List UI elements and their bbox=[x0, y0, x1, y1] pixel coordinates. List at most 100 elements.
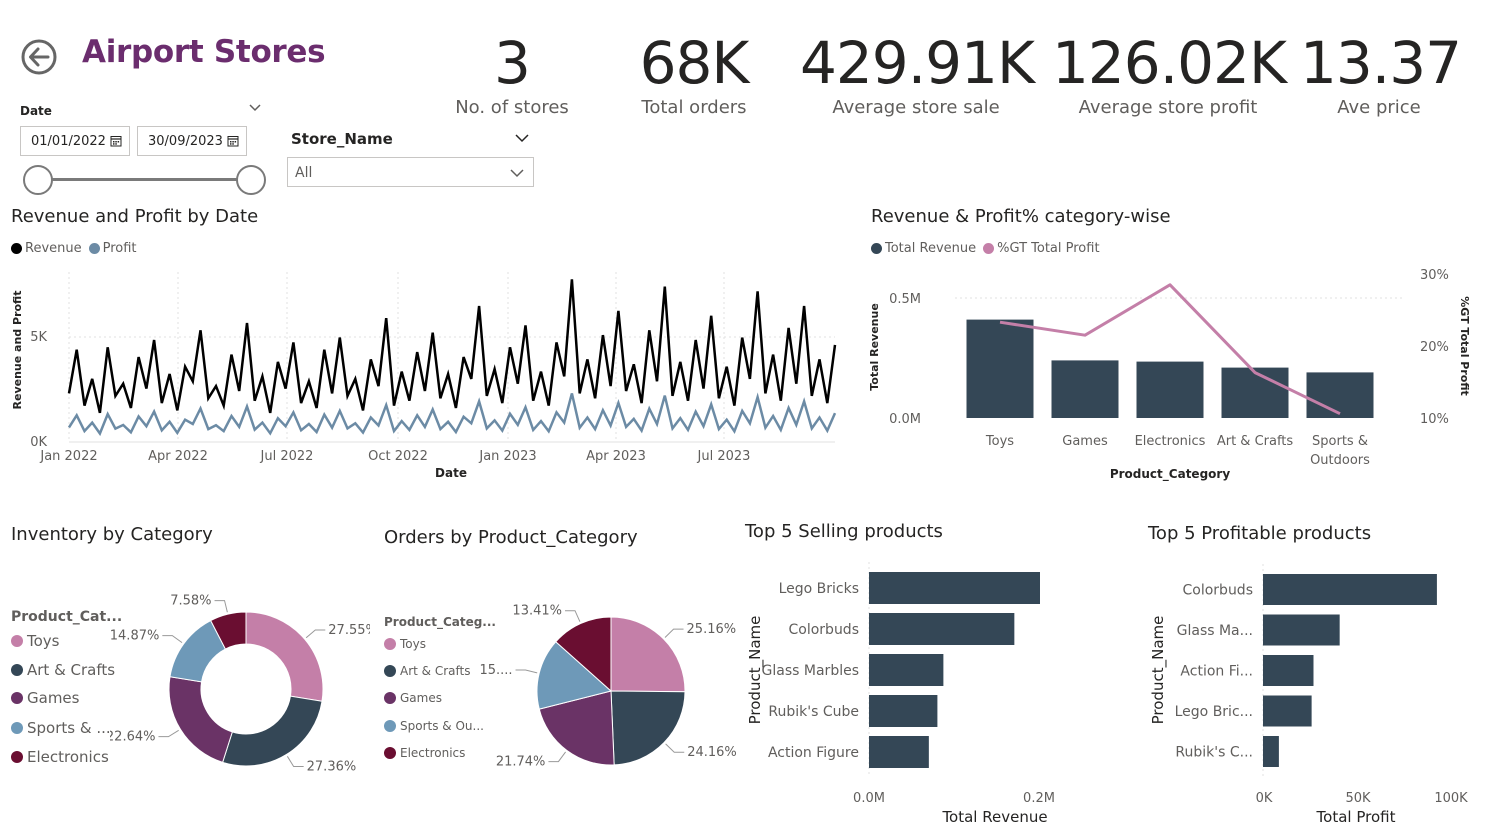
kpi-label: Average store profit bbox=[1078, 97, 1258, 118]
store-select-value: All bbox=[295, 165, 313, 181]
x-axis-label: Date bbox=[435, 466, 467, 480]
date-slicer-menu-button[interactable] bbox=[248, 100, 262, 119]
legend-label: Sports & ... bbox=[27, 719, 111, 737]
legend-marker bbox=[11, 692, 23, 704]
legend-marker bbox=[983, 243, 995, 254]
legend-item-toys[interactable]: Toys bbox=[384, 637, 426, 651]
legend-item-games[interactable]: Games bbox=[384, 691, 442, 705]
slice-games bbox=[168, 676, 233, 763]
legend-item-electronics[interactable]: Electronics bbox=[384, 746, 465, 760]
x-tick-label: Electronics bbox=[1135, 434, 1206, 449]
y-tick-label: 0K bbox=[30, 435, 47, 450]
bar-art-crafts bbox=[1221, 367, 1289, 418]
top-profitable-chart[interactable]: Product_Name Colorbuds Glass Ma... Action … bbox=[1140, 560, 1490, 835]
chevron-down-icon bbox=[510, 169, 524, 178]
end-date-input[interactable]: 30/09/2023 bbox=[137, 126, 247, 156]
top-selling-chart[interactable]: Product_Name Lego BricksColorbudsGlass M… bbox=[740, 560, 1120, 835]
y-tick-label: Glass Ma... bbox=[1177, 623, 1253, 639]
legend-item-profit-pct[interactable]: %GT Total Profit bbox=[983, 241, 1100, 256]
y-tick-label: 0.5M bbox=[889, 292, 921, 307]
category-combo-chart[interactable]: Total Revenue %GT Total Profit 0.5M 0.0M… bbox=[860, 262, 1490, 484]
legend-item-sports-outdoors[interactable]: Sports & ... bbox=[11, 719, 111, 737]
x-tick-label: Jan 2023 bbox=[478, 449, 536, 464]
date-slicer-label: Date bbox=[20, 104, 52, 118]
chevron-down-icon bbox=[249, 104, 261, 112]
legend-item-sports-outdoors[interactable]: Sports & Ou... bbox=[384, 719, 484, 733]
legend-item-art-crafts[interactable]: Art & Crafts bbox=[384, 664, 470, 678]
x-tick-label: Jul 2023 bbox=[697, 449, 751, 464]
inventory-chart-title: Inventory by Category bbox=[11, 524, 213, 545]
data-label: 25.16% bbox=[687, 622, 737, 637]
legend-item-games[interactable]: Games bbox=[11, 689, 79, 707]
bar-action-figure bbox=[869, 736, 929, 768]
category-combo-legend: Total Revenue %GT Total Profit bbox=[871, 241, 1107, 256]
legend-label: Art & Crafts bbox=[27, 661, 116, 679]
date-range-start-handle[interactable] bbox=[23, 165, 53, 195]
chevron-down-icon bbox=[515, 134, 529, 143]
legend-marker bbox=[11, 751, 23, 763]
legend-label: Art & Crafts bbox=[400, 664, 471, 678]
date-range-end-handle[interactable] bbox=[236, 165, 266, 195]
legend-marker bbox=[11, 722, 23, 734]
x-tick-label: Jan 2022 bbox=[39, 449, 97, 464]
y-tick-label: Rubik's C... bbox=[1175, 745, 1253, 761]
bar-rubik-s-cube bbox=[869, 695, 938, 727]
start-date-value: 01/01/2022 bbox=[31, 134, 106, 149]
kpi-total-orders: 68K Total orders bbox=[624, 30, 764, 120]
kpi-value: 429.91K bbox=[800, 29, 1035, 97]
start-date-input[interactable]: 01/01/2022 bbox=[20, 126, 130, 156]
bar-lego-bricks bbox=[869, 572, 1040, 604]
store-slicer-label: Store_Name bbox=[291, 130, 393, 148]
bar-glass-marbles bbox=[1263, 614, 1340, 646]
legend-item-art-crafts[interactable]: Art & Crafts bbox=[11, 661, 115, 679]
leader-line bbox=[214, 600, 228, 613]
date-range-slider-track[interactable] bbox=[38, 178, 251, 181]
legend-label: Revenue bbox=[25, 241, 82, 256]
leader-line bbox=[548, 751, 566, 763]
y2-tick-label: 10% bbox=[1420, 412, 1449, 427]
legend-marker bbox=[384, 638, 396, 650]
bar-lego-bricks bbox=[1263, 695, 1312, 727]
x-tick-label: Toys bbox=[985, 434, 1014, 449]
x-tick-label: 50K bbox=[1345, 791, 1371, 806]
y-tick-label: Lego Bric... bbox=[1175, 704, 1253, 720]
kpi-value: 68K bbox=[639, 29, 750, 97]
bar-electronics bbox=[1136, 361, 1204, 418]
legend-marker bbox=[871, 243, 882, 254]
data-label: 24.16% bbox=[687, 745, 737, 760]
calendar-icon[interactable] bbox=[227, 135, 239, 147]
x-axis-label: Total Profit bbox=[1316, 808, 1396, 826]
legend-item-electronics[interactable]: Electronics bbox=[11, 748, 109, 766]
bar-colorbuds bbox=[1263, 574, 1437, 605]
legend-item-toys[interactable]: Toys bbox=[11, 632, 59, 650]
legend-marker bbox=[11, 664, 23, 676]
x-tick-label: 0K bbox=[1256, 791, 1273, 806]
legend-label: Games bbox=[400, 691, 442, 705]
kpi-label: Total orders bbox=[641, 97, 747, 118]
legend-item-profit[interactable]: Profit bbox=[88, 241, 137, 256]
legend-item-total-revenue[interactable]: Total Revenue bbox=[871, 241, 976, 256]
legend-item-revenue[interactable]: Revenue bbox=[11, 241, 82, 256]
data-label: 27.55% bbox=[328, 623, 370, 638]
slice-toys bbox=[245, 611, 324, 702]
store-slicer-menu-button[interactable] bbox=[514, 130, 530, 149]
leader-line bbox=[305, 629, 326, 639]
back-button[interactable] bbox=[20, 38, 58, 76]
y-tick-label: 5K bbox=[30, 330, 47, 345]
orders-pie-chart[interactable]: 25.16% 24.16% 21.74% 15.... 13.41% bbox=[480, 590, 745, 790]
calendar-icon[interactable] bbox=[110, 135, 122, 147]
leader-line bbox=[158, 729, 179, 738]
kpi-average-store-sale: 429.91K Average store sale bbox=[800, 29, 1035, 120]
y-axis-label: Total Revenue bbox=[868, 303, 881, 391]
revenue-profit-date-chart[interactable]: Revenue and Profit 5K 0K Jan 2022 Apr 202… bbox=[0, 262, 850, 487]
leader-line bbox=[286, 756, 304, 768]
data-label: 21.74% bbox=[496, 755, 546, 770]
legend-marker bbox=[384, 747, 396, 759]
top-profitable-title: Top 5 Profitable products bbox=[1148, 523, 1372, 544]
y-tick-label: Lego Bricks bbox=[779, 581, 859, 597]
x-tick-label: Sports & bbox=[1312, 434, 1368, 449]
slice-art-crafts bbox=[221, 695, 323, 767]
legend-label: Toys bbox=[27, 632, 60, 650]
store-select[interactable]: All bbox=[287, 157, 534, 187]
inventory-donut-chart[interactable]: 27.55% 27.36% 22.64% 14.87% 7.58% bbox=[110, 585, 370, 785]
